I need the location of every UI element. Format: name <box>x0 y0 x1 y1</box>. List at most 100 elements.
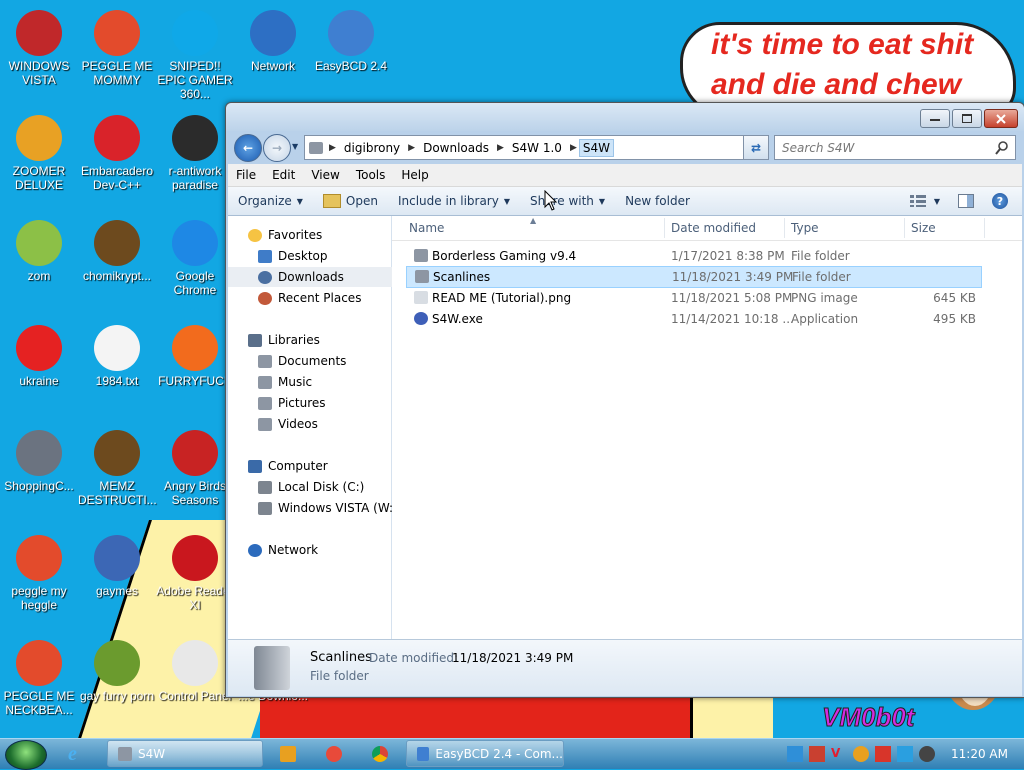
desktop-icon-item[interactable]: gay furry porn <box>78 640 156 703</box>
search-icon[interactable] <box>995 140 1009 155</box>
desktop-icon-item[interactable]: ukraine <box>0 325 78 388</box>
column-divider[interactable] <box>984 218 985 238</box>
nav-label: Favorites <box>268 228 323 242</box>
file-row[interactable]: READ ME (Tutorial).png 11/18/2021 5:08 PM… <box>406 288 980 308</box>
explorer-window[interactable]: ← → ▼ ▶ digibrony ▶ Downloads ▶ S4W 1.0 … <box>225 102 1024 698</box>
desktop-icon-item[interactable]: PEGGLE ME NECKBEA... <box>0 640 78 717</box>
desktop-icon-item[interactable]: r-antiwork paradise <box>156 115 234 192</box>
column-divider[interactable] <box>664 218 665 238</box>
search-input[interactable]: Search S4W <box>775 141 995 155</box>
change-view-button[interactable]: ▼ <box>909 195 940 207</box>
file-type: File folder <box>792 270 851 284</box>
refresh-button[interactable]: ⇄ <box>743 135 769 160</box>
nav-label: Recent Places <box>278 291 362 305</box>
organize-button[interactable]: Organize ▼ <box>228 194 313 208</box>
desktop-icon-item[interactable]: Control Panel <box>156 640 234 703</box>
desktop-icon-item[interactable]: Google Chrome <box>156 220 234 297</box>
tray-flag-icon[interactable] <box>875 746 892 762</box>
chevron-down-icon: ▼ <box>598 196 606 206</box>
tray-v-icon[interactable]: V <box>831 746 847 762</box>
nav-network[interactable]: Network <box>228 540 411 560</box>
desktop-icon-item[interactable]: ZOOMER DELUXE <box>0 115 78 192</box>
recent-pages-dropdown[interactable]: ▼ <box>292 142 298 151</box>
breadcrumb-item[interactable]: S4W <box>578 138 614 157</box>
folder-icon <box>309 141 323 154</box>
column-type[interactable]: Type <box>791 221 819 235</box>
share-with-button[interactable]: Share with ▼ <box>520 194 615 208</box>
desktop-icon-item[interactable]: Angry Birds Seasons <box>156 430 234 507</box>
maximize-button[interactable] <box>952 109 982 128</box>
column-name[interactable]: Name <box>409 221 444 235</box>
breadcrumb-separator[interactable]: ▶ <box>568 143 579 153</box>
file-row[interactable]: Borderless Gaming v9.4 1/17/2021 8:38 PM F… <box>406 246 980 266</box>
menu-view[interactable]: View <box>303 168 347 182</box>
tray-monitor-icon[interactable] <box>897 746 914 762</box>
file-row[interactable]: Scanlines 11/18/2021 3:49 PM File folder <box>406 266 982 288</box>
desktop-icon-item[interactable]: chomikrypt... <box>78 220 156 283</box>
tray-app-icon[interactable] <box>809 746 826 762</box>
nav-libraries[interactable]: Libraries <box>228 330 411 350</box>
preview-pane-icon[interactable] <box>958 194 974 208</box>
desktop-icon-item[interactable]: MEMZ DESTRUCTI... <box>78 430 157 507</box>
desktop-icon-item[interactable]: Network <box>234 10 312 73</box>
forward-button[interactable]: → <box>263 134 291 162</box>
clock[interactable]: 11:20 AM <box>941 747 1024 761</box>
desktop-icon-item[interactable]: EasyBCD 2.4 <box>312 10 390 73</box>
breadcrumb-item[interactable]: Downloads <box>417 141 495 155</box>
menu-file[interactable]: File <box>228 168 264 182</box>
column-divider[interactable] <box>784 218 785 238</box>
peggle-icon <box>16 640 62 686</box>
breadcrumb-separator[interactable]: ▶ <box>406 143 417 153</box>
include-in-library-button[interactable]: Include in library ▼ <box>388 194 520 208</box>
desktop-icon-item[interactable]: ShoppingC... <box>0 430 78 493</box>
tray-network-icon[interactable] <box>787 746 804 762</box>
file-row[interactable]: S4W.exe 11/14/2021 10:18 ... Application 49… <box>406 309 980 329</box>
file-size: 495 KB <box>933 312 976 326</box>
minimize-button[interactable] <box>920 109 950 128</box>
file-name: Borderless Gaming v9.4 <box>432 249 577 263</box>
desktop-icon-item[interactable]: zom <box>0 220 78 283</box>
media-player-icon[interactable] <box>280 746 296 762</box>
chrome-icon[interactable] <box>372 746 388 762</box>
details-name: Scanlines <box>310 650 372 665</box>
breadcrumb-item[interactable]: S4W 1.0 <box>506 141 568 155</box>
desktop-icon-item[interactable]: FURRYFUCK <box>156 325 234 388</box>
internet-explorer-icon[interactable]: e <box>68 743 92 765</box>
breadcrumb-separator[interactable]: ▶ <box>327 143 338 153</box>
desktop-icon-item[interactable]: Embarcadero Dev-C++ <box>78 115 156 192</box>
app-icon[interactable] <box>326 746 342 762</box>
desktop-icon-item[interactable]: 1984.txt <box>78 325 156 388</box>
nav-favorites[interactable]: Favorites <box>228 225 411 245</box>
nav-label: Music <box>278 375 313 389</box>
menu-tools[interactable]: Tools <box>348 168 394 182</box>
breadcrumb-separator[interactable]: ▶ <box>495 143 506 153</box>
back-button[interactable]: ← <box>234 134 262 162</box>
menu-edit[interactable]: Edit <box>264 168 303 182</box>
close-button[interactable] <box>984 109 1018 128</box>
address-bar[interactable]: ▶ digibrony ▶ Downloads ▶ S4W 1.0 ▶ S4W … <box>304 135 765 160</box>
desktop-icon-item[interactable]: WINDOWS VISTA <box>0 10 78 87</box>
help-icon[interactable]: ? <box>992 193 1008 209</box>
breadcrumb-item[interactable]: digibrony <box>338 141 406 155</box>
column-date-modified[interactable]: Date modified <box>671 221 756 235</box>
window-titlebar[interactable] <box>226 103 1024 131</box>
nav-computer[interactable]: Computer <box>228 456 411 476</box>
start-button[interactable] <box>5 740 47 770</box>
folder-icon <box>118 746 132 761</box>
new-folder-button[interactable]: New folder <box>615 194 700 208</box>
desktop-icon-item[interactable]: gaymes <box>78 535 156 598</box>
desktop-icon-item[interactable]: SNIPED!! EPIC GAMER 360... <box>156 10 234 101</box>
menu-help[interactable]: Help <box>393 168 436 182</box>
desktop-icon-item[interactable]: PEGGLE ME MOMMY <box>78 10 156 87</box>
search-box[interactable]: Search S4W <box>774 135 1016 160</box>
taskbar-explorer-button[interactable]: S4W <box>107 740 263 767</box>
desktop-icon-item[interactable]: peggle my heggle <box>0 535 78 612</box>
tray-volume-icon[interactable] <box>919 746 936 762</box>
column-divider[interactable] <box>904 218 905 238</box>
column-size[interactable]: Size <box>911 221 936 235</box>
desktop-icon-label: Angry Birds Seasons <box>163 479 227 507</box>
open-button[interactable]: Open <box>313 194 388 208</box>
desktop-icon-item[interactable]: Adobe Reader XI <box>156 535 234 612</box>
tray-search-icon[interactable] <box>853 746 870 762</box>
taskbar-easybcd-button[interactable]: EasyBCD 2.4 - Com... <box>406 740 564 767</box>
